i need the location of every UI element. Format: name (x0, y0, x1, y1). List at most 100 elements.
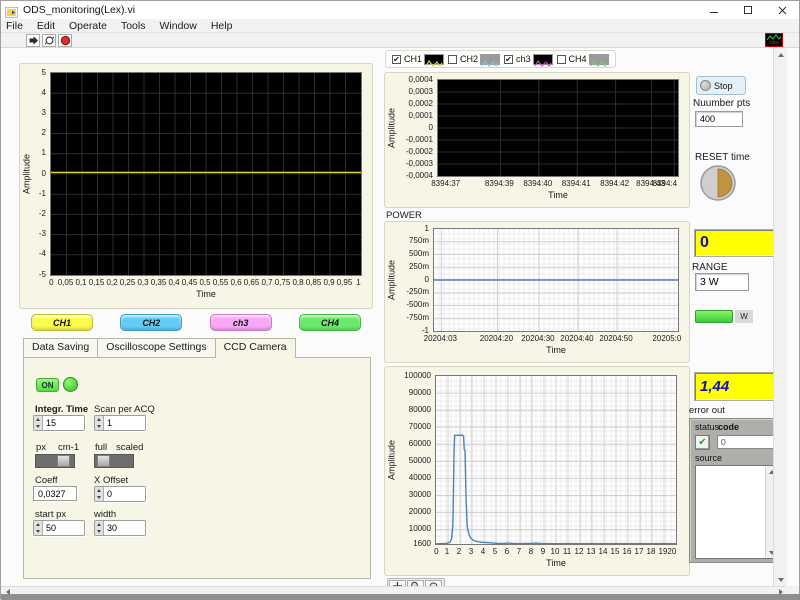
watt-led[interactable] (695, 310, 733, 323)
y-tick-label: 0 (42, 169, 46, 178)
x-tick-label: 2 (457, 547, 461, 556)
scan-per-acq-input[interactable]: 1 (94, 415, 146, 431)
stop-led-icon (700, 80, 711, 91)
waveform-icon[interactable] (424, 54, 444, 65)
run-continuous-button[interactable] (42, 34, 56, 47)
menu-edit[interactable]: Edit (37, 20, 55, 32)
y-tick-label: 30000 (409, 490, 431, 499)
legend-checkbox-ch4[interactable] (557, 55, 566, 64)
decrement-icon (34, 423, 42, 430)
tab-bar: Data SavingOscilloscope SettingsCCD Came… (23, 338, 295, 357)
tab-ccd-camera[interactable]: CCD Camera (215, 338, 296, 358)
integr-time-input[interactable]: 15 (33, 415, 85, 431)
scroll-up-icon[interactable] (775, 49, 786, 60)
x-offset-value[interactable]: 0 (104, 487, 145, 501)
run-button[interactable] (26, 34, 40, 47)
abort-button[interactable] (58, 34, 72, 47)
channel-button-ch2[interactable]: CH2 (120, 314, 182, 331)
width-label: width (94, 509, 116, 520)
x-tick-label: 0,6 (230, 278, 241, 287)
legend-checkbox-ch3[interactable]: ✔ (504, 55, 513, 64)
start-px-value[interactable]: 50 (43, 521, 84, 535)
start-px-input[interactable]: 50 (33, 520, 85, 536)
x-tick-label: 20204:30 (521, 334, 554, 343)
y-tick-label: 250m (409, 262, 429, 271)
minimize-button[interactable] (697, 1, 731, 19)
legend-checkbox-ch1[interactable]: ✔ (392, 55, 401, 64)
on-button[interactable]: ON (36, 378, 59, 392)
channel-button-ch4[interactable]: CH4 (299, 314, 361, 331)
labview-window: ODS_monitoring(Lex).vi FileEditOperateTo… (0, 0, 800, 599)
legend-checkbox-ch2[interactable] (448, 55, 457, 64)
tab-oscilloscope-settings[interactable]: Oscilloscope Settings (97, 338, 215, 357)
channel-button-ch3[interactable]: ch3 (210, 314, 272, 331)
y-tick-label: 1600 (413, 539, 431, 548)
code-input[interactable]: 0 (717, 435, 775, 449)
cm-1-label: cm-1 (58, 442, 79, 453)
y-tick-label: -500m (406, 300, 429, 309)
x-tick-label: 8394:37 (431, 179, 460, 188)
status-checkbox[interactable]: ✔ (695, 435, 710, 450)
scan-per-acq-value[interactable]: 1 (104, 416, 145, 430)
close-button[interactable] (765, 1, 799, 19)
coeff-readout: 0,0327 (33, 486, 77, 501)
power-chart: Amplitude 1750m500m250m0-250m-500m-750m-… (384, 221, 690, 363)
x-tick-label: 0,05 (58, 278, 74, 287)
menu-file[interactable]: File (6, 20, 23, 32)
x-tick-label: 16 (623, 547, 632, 556)
x-tick-label: 0,55 (213, 278, 229, 287)
reset-time-knob[interactable] (699, 164, 739, 209)
menu-window[interactable]: Window (159, 20, 196, 32)
y-tick-label: -0,0001 (406, 135, 433, 144)
x-axis-ticks: 20204:0320204:2020204:3020204:4020204:50… (433, 334, 679, 344)
y-tick-label: 1 (42, 148, 46, 157)
range-input[interactable]: 3 W (695, 273, 749, 291)
slider-thumb[interactable] (57, 455, 70, 467)
channel-button-ch1[interactable]: CH1 (31, 314, 93, 331)
width-value[interactable]: 30 (104, 521, 145, 535)
menu-help[interactable]: Help (211, 20, 233, 32)
slider-thumb[interactable] (97, 455, 110, 467)
width-input[interactable]: 30 (94, 520, 146, 536)
waveform-icon[interactable] (533, 54, 553, 65)
x-axis-ticks: 00,050,10,150,20,250,30,350,40,450,50,55… (50, 278, 362, 288)
x-offset-label: X Offset (94, 475, 128, 486)
x-tick-label: 15 (611, 547, 620, 556)
number-pts-input[interactable]: 400 (695, 111, 743, 127)
px-label: px (36, 442, 46, 453)
increment-icon (95, 487, 103, 494)
x-tick-label: 20204:50 (599, 334, 632, 343)
y-tick-label: 4 (42, 88, 46, 97)
panel-horizontal-scrollbar[interactable] (1, 586, 787, 594)
waveform-icon[interactable] (480, 54, 500, 65)
vi-thumbnail-icon: ODS (765, 33, 783, 47)
x-tick-label: 5 (493, 547, 497, 556)
x-tick-label: 0,95 (337, 278, 353, 287)
integr-time-label: Integr. Time (35, 404, 88, 415)
source-textarea[interactable] (695, 465, 777, 559)
tab-data-saving[interactable]: Data Saving (23, 338, 98, 357)
stop-button[interactable]: Stop (696, 76, 746, 95)
y-tick-label: 20000 (409, 507, 431, 516)
menu-operate[interactable]: Operate (69, 20, 107, 32)
full-scaled-slider[interactable] (94, 454, 134, 468)
x-offset-input[interactable]: 0 (94, 486, 146, 502)
ccd-camera-tab-panel: ON Integr. Time 15 Scan per ACQ 1 px cm-… (23, 357, 371, 579)
x-tick-label: 14 (599, 547, 608, 556)
graph-palette (387, 578, 445, 586)
y-tick-label: 0,0004 (409, 75, 433, 84)
integr-time-value[interactable]: 15 (43, 416, 84, 430)
panel-vertical-scrollbar[interactable] (773, 48, 787, 586)
x-tick-label: 13 (587, 547, 596, 556)
px-cm1-slider[interactable] (35, 454, 75, 468)
reset-time-label: RESET time (695, 152, 750, 163)
x-tick-label: 20204:40 (560, 334, 593, 343)
x-tick-label: 0,7 (261, 278, 272, 287)
scroll-down-icon[interactable] (775, 574, 786, 585)
menu-tools[interactable]: Tools (121, 20, 146, 32)
y-tick-label: 0,0003 (409, 87, 433, 96)
maximize-button[interactable] (731, 1, 765, 19)
number-pts-label: Nuumber pts (693, 98, 750, 109)
x-tick-label: 0,35 (151, 278, 167, 287)
waveform-icon[interactable] (589, 54, 609, 65)
